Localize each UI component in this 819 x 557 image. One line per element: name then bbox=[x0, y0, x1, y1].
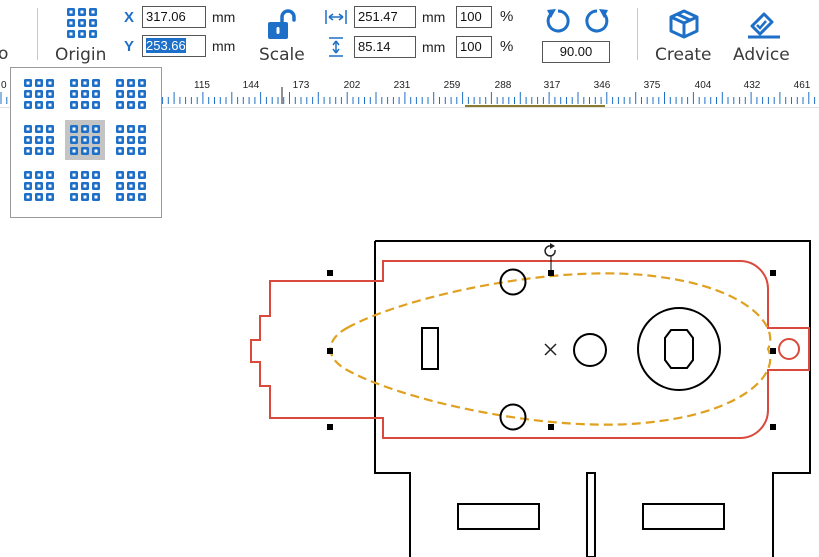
unlock-icon bbox=[268, 9, 296, 39]
part-outline[interactable] bbox=[250, 260, 810, 439]
ruler-label: 317 bbox=[544, 80, 561, 91]
height-unit-label: mm bbox=[422, 39, 446, 55]
advice-button[interactable] bbox=[746, 8, 782, 40]
ruler-label: 259 bbox=[444, 80, 461, 91]
rotation-input[interactable]: 90.00 bbox=[542, 41, 610, 63]
large-hole bbox=[637, 307, 721, 391]
origin-option-bottom-right[interactable] bbox=[111, 166, 151, 206]
width-unit-label: mm bbox=[422, 9, 446, 25]
grid-origin-icon bbox=[115, 170, 147, 206]
slot-cutout bbox=[421, 327, 439, 370]
y-position-input[interactable]: 253.66 bbox=[142, 35, 206, 57]
ruler-label: 461 bbox=[794, 80, 811, 91]
box-icon bbox=[669, 9, 699, 39]
origin-option-middle-left[interactable] bbox=[19, 120, 59, 160]
ruler-label: 202 bbox=[344, 80, 361, 91]
origin-option-center[interactable] bbox=[65, 120, 105, 160]
width-percent-input[interactable]: 100 bbox=[456, 6, 492, 28]
y-axis-label: Y bbox=[124, 38, 135, 55]
grid-origin-icon bbox=[115, 78, 147, 114]
grid-origin-icon bbox=[23, 78, 55, 114]
rotate-right-button[interactable] bbox=[582, 6, 612, 36]
origin-option-bottom-center[interactable] bbox=[65, 166, 105, 206]
height-percent-sign: % bbox=[500, 38, 514, 55]
create-button[interactable] bbox=[668, 8, 700, 40]
x-position-input[interactable]: 317.06 bbox=[142, 6, 206, 28]
grid-origin-icon bbox=[69, 124, 101, 160]
mount-hole bbox=[499, 268, 527, 296]
width-percent-sign: % bbox=[500, 8, 514, 25]
ruler-label: 346 bbox=[594, 80, 611, 91]
width-arrows-icon bbox=[325, 10, 347, 24]
height-input[interactable]: 85.14 bbox=[354, 36, 416, 58]
toolbar-divider bbox=[37, 8, 38, 60]
width-input[interactable]: 251.47 bbox=[354, 6, 416, 28]
origin-option-bottom-left[interactable] bbox=[19, 166, 59, 206]
grid-origin-icon bbox=[69, 78, 101, 114]
ruler-label: 0 bbox=[1, 80, 7, 91]
rotate-handle-icon[interactable] bbox=[544, 243, 556, 257]
check-pencil-icon bbox=[748, 12, 780, 39]
ruler-label: 144 bbox=[243, 80, 260, 91]
toolbar: o Origin X 317.06 mm Y 253.66 mm Scale 2… bbox=[0, 0, 819, 76]
small-hole bbox=[573, 333, 607, 367]
height-percent-input[interactable]: 100 bbox=[456, 36, 492, 58]
origin-option-top-center[interactable] bbox=[65, 74, 105, 114]
grid-origin-icon bbox=[67, 8, 97, 38]
scale-lock-button[interactable] bbox=[266, 8, 296, 42]
height-arrows-icon bbox=[329, 37, 343, 57]
rect-cutout bbox=[642, 503, 725, 530]
rotate-left-icon bbox=[546, 9, 570, 33]
ruler-label: 404 bbox=[695, 80, 712, 91]
toolbar-divider bbox=[637, 8, 638, 60]
origin-option-top-right[interactable] bbox=[111, 74, 151, 114]
grid-origin-icon bbox=[23, 124, 55, 160]
origin-option-middle-right[interactable] bbox=[111, 120, 151, 160]
origin-label[interactable]: Origin bbox=[55, 45, 106, 65]
scale-label[interactable]: Scale bbox=[259, 45, 305, 65]
height-icon-wrap bbox=[327, 37, 345, 57]
width-icon-wrap bbox=[324, 8, 348, 26]
origin-button[interactable] bbox=[66, 7, 98, 39]
ruler-label: 432 bbox=[744, 80, 761, 91]
create-label[interactable]: Create bbox=[655, 45, 712, 65]
origin-popup bbox=[10, 67, 162, 218]
grid-origin-icon bbox=[23, 170, 55, 206]
rotate-left-button[interactable] bbox=[543, 6, 573, 36]
x-unit-label: mm bbox=[212, 9, 236, 25]
y-position-value: 253.66 bbox=[146, 38, 186, 53]
x-axis-label: X bbox=[124, 9, 135, 26]
part-hole bbox=[778, 338, 800, 360]
ruler-label: 115 bbox=[194, 80, 210, 91]
y-unit-label: mm bbox=[212, 38, 236, 54]
ruler-label: 173 bbox=[293, 80, 310, 91]
grid-origin-icon bbox=[115, 124, 147, 160]
app-window: o Origin X 317.06 mm Y 253.66 mm Scale 2… bbox=[0, 0, 819, 557]
cut-off-label: o bbox=[0, 44, 9, 64]
center-cross-icon bbox=[544, 343, 557, 356]
rect-cutout bbox=[457, 503, 540, 530]
ruler-selection-range bbox=[465, 105, 605, 107]
ruler-label: 375 bbox=[644, 80, 661, 91]
grid-origin-icon bbox=[69, 170, 101, 206]
rotate-right-icon bbox=[585, 9, 609, 33]
ruler-label: 231 bbox=[394, 80, 411, 91]
board-outline bbox=[374, 240, 811, 557]
motor-shaft-cutout bbox=[664, 329, 694, 369]
board-slot bbox=[586, 472, 596, 557]
advice-label[interactable]: Advice bbox=[733, 45, 790, 65]
ruler-label: 288 bbox=[495, 80, 512, 91]
origin-option-top-left[interactable] bbox=[19, 74, 59, 114]
